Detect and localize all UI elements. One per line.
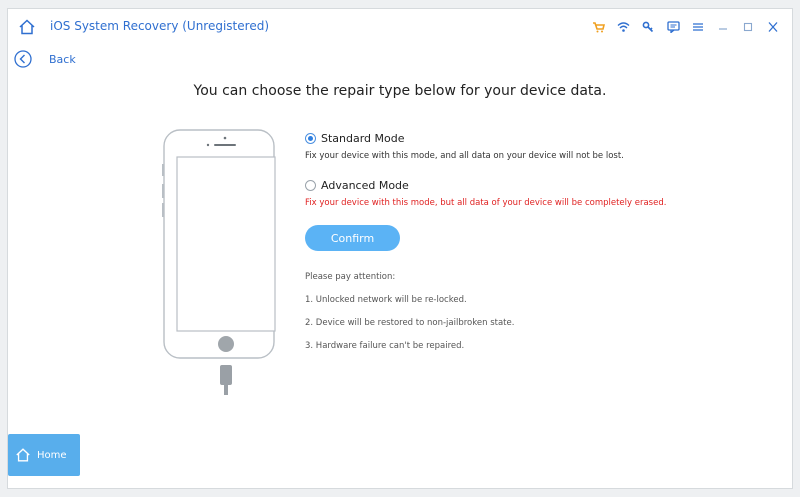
attention-notes: Please pay attention: 1. Unlocked networ… (305, 272, 745, 364)
back-arrow-icon (14, 50, 32, 68)
advanced-mode-description: Fix your device with this mode, but all … (305, 198, 667, 208)
phone-illustration (162, 129, 276, 395)
cart-icon[interactable] (591, 20, 605, 34)
notes-title: Please pay attention: (305, 272, 396, 282)
home-label: Home (37, 449, 67, 461)
home-button[interactable]: Home (8, 434, 80, 476)
close-icon[interactable] (766, 20, 780, 34)
home-icon (16, 448, 30, 462)
app-window: iOS System Recovery (Unregistered) Back … (7, 8, 793, 489)
note-item: 3. Hardware failure can't be repaired. (305, 341, 465, 351)
home-icon[interactable] (18, 18, 36, 36)
chat-icon[interactable] (666, 20, 680, 34)
standard-mode-option[interactable]: Standard Mode (305, 129, 745, 147)
maximize-icon[interactable] (741, 20, 755, 34)
minimize-icon[interactable] (716, 20, 730, 34)
page-heading: You can choose the repair type below for… (193, 83, 607, 99)
note-item: 2. Device will be restored to non-jailbr… (305, 318, 515, 328)
menu-icon[interactable] (691, 20, 705, 34)
standard-mode-description: Fix your device with this mode, and all … (305, 151, 624, 161)
advanced-mode-option[interactable]: Advanced Mode (305, 176, 745, 194)
standard-mode-label: Standard Mode (321, 131, 405, 145)
wifi-icon[interactable] (616, 20, 630, 34)
title-bar: iOS System Recovery (Unregistered) (8, 9, 792, 45)
back-label: Back (49, 52, 76, 66)
advanced-mode-label: Advanced Mode (321, 178, 409, 192)
key-icon[interactable] (641, 20, 655, 34)
repair-options: Standard Mode Fix your device with this … (305, 129, 745, 364)
note-item: 1. Unlocked network will be re-locked. (305, 295, 467, 305)
back-button[interactable]: Back (14, 49, 76, 69)
app-title: iOS System Recovery (Unregistered) (50, 19, 269, 33)
advanced-mode-radio[interactable] (305, 179, 316, 191)
title-bar-controls (591, 20, 780, 34)
standard-mode-radio[interactable] (305, 132, 316, 144)
confirm-button[interactable]: Confirm (305, 225, 400, 251)
